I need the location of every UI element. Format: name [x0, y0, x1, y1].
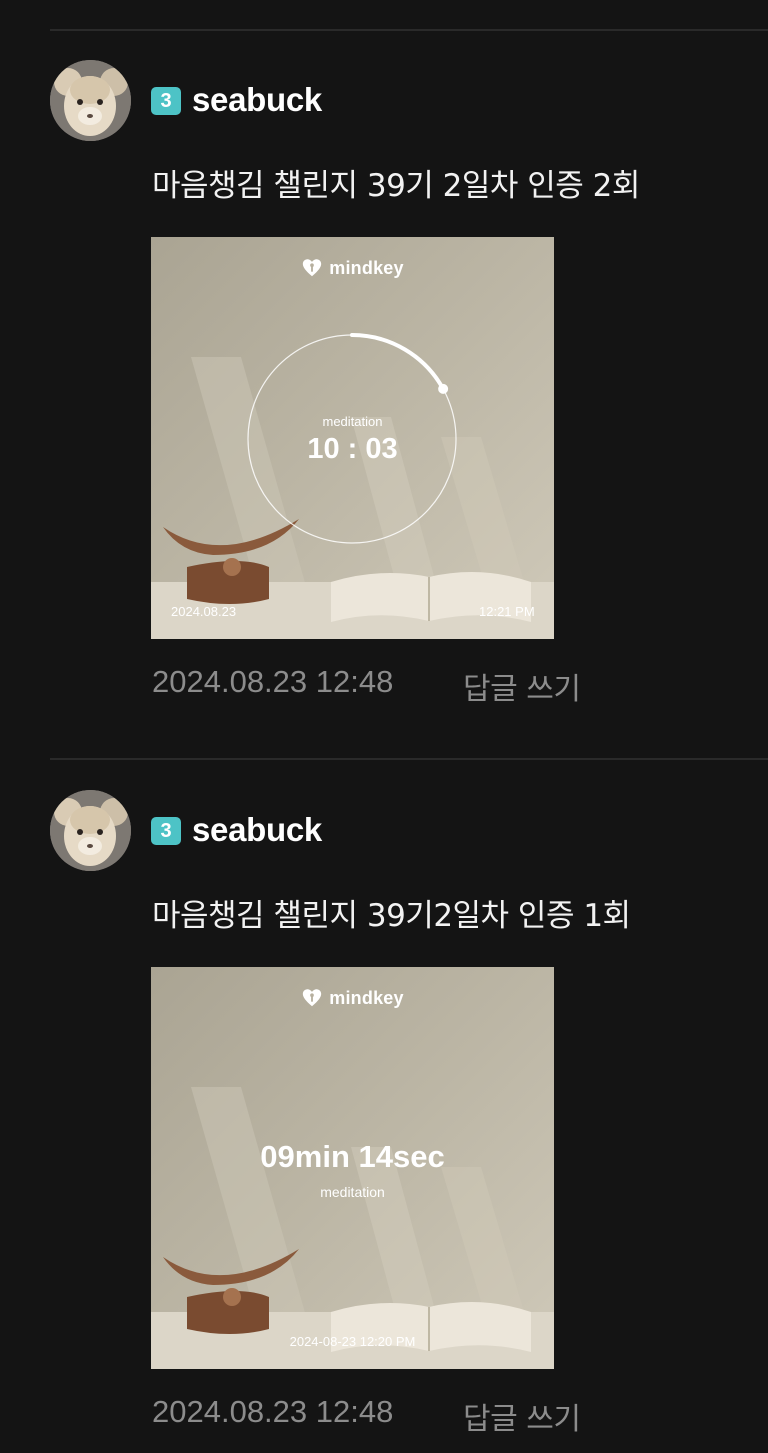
session-label: meditation — [320, 1184, 385, 1200]
timer-progress-dot — [438, 383, 449, 394]
level-badge: 3 — [151, 87, 181, 115]
comment-timestamp: 2024.08.23 12:48 — [152, 1394, 394, 1429]
username[interactable]: seabuck — [192, 811, 322, 849]
alpaca-avatar-image — [50, 790, 131, 871]
mindkey-logo: mindkey — [151, 987, 554, 1009]
reply-button[interactable]: 답글 쓰기 — [463, 664, 581, 708]
photo-stamp: 2024-08-23 12:20 PM — [289, 1334, 416, 1349]
timer-progress-arc — [350, 333, 446, 391]
comment-text: 마음챙김 챌린지 39기 2일차 인증 2회 — [152, 168, 640, 204]
level-badge: 3 — [151, 817, 181, 845]
reply-button[interactable]: 답글 쓰기 — [463, 1394, 581, 1438]
timer-display: 10 : 03 — [307, 433, 398, 465]
attached-photo[interactable]: mindkey meditation 10 : 03 2024.08.23 12… — [151, 237, 554, 639]
comment-text: 마음챙김 챌린지 39기2일차 인증 1회 — [152, 898, 631, 934]
comment-timestamp: 2024.08.23 12:48 — [152, 664, 394, 699]
brand-name: mindkey — [329, 987, 404, 1008]
session-label: meditation — [322, 414, 383, 429]
alpaca-avatar-image — [50, 60, 131, 141]
comment-divider — [50, 758, 768, 760]
photo-date-stamp: 2024.08.23 — [171, 604, 237, 619]
comment-divider — [50, 29, 768, 31]
avatar[interactable] — [50, 790, 131, 871]
session-duration: 09min 14sec — [260, 1139, 445, 1174]
avatar[interactable] — [50, 60, 131, 141]
username[interactable]: seabuck — [192, 81, 322, 119]
photo-time-stamp: 12:21 PM — [479, 604, 535, 619]
attached-photo[interactable]: mindkey 09min 14sec meditation 2024-08-2… — [151, 967, 554, 1369]
heart-key-icon — [303, 989, 322, 1007]
